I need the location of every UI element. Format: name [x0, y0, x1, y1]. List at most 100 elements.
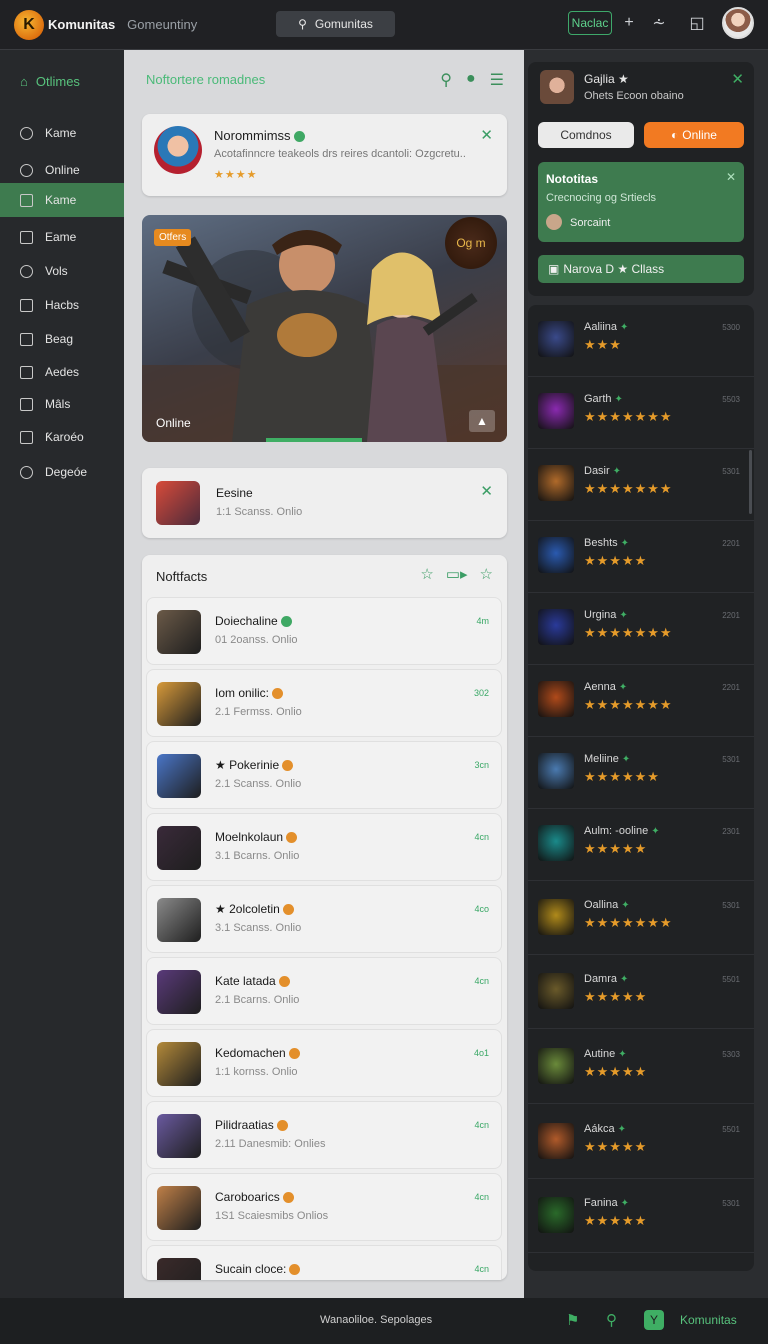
sidebar-item[interactable]: Eame — [0, 220, 124, 254]
sidebar-item[interactable]: Aedes — [0, 355, 124, 389]
chat-icon[interactable]: ● — [466, 70, 476, 90]
close-icon[interactable]: ✕ — [726, 170, 736, 184]
friend-list-item[interactable]: Meliine ✦ ★★★★★★ 5301 — [528, 737, 754, 809]
list-item[interactable]: Moelnkolaun 3.1 Bcarns. Onlio 4cn — [146, 813, 502, 881]
footer-text: Wanaoliloe. Sepolages — [320, 1314, 433, 1326]
sidebar-header-label: Otlimes — [35, 74, 80, 89]
list-item[interactable]: Kate latada 2.1 Bcarns. Onlio 4cn — [146, 957, 502, 1025]
pin-icon[interactable]: ⩪ — [648, 12, 670, 34]
list-item-title: Kedomachen — [215, 1046, 286, 1060]
folder-icon[interactable]: ▭▸ — [446, 565, 468, 583]
friend-list-item[interactable]: Urgina ✦ ★★★★★★★ 2201 — [528, 593, 754, 665]
sidebar-item[interactable]: Kame — [0, 183, 124, 217]
friend-list-stars: ★★★★★ — [584, 1139, 648, 1154]
friend-list-name: Damra — [584, 973, 618, 985]
status-icon — [272, 688, 284, 700]
list-item[interactable]: Iom onilic: 2.1 Fermss. Onlio 302 — [146, 669, 502, 737]
highlight-card[interactable]: Eesine 1:1 Scanss. Onlio ✕ — [142, 468, 507, 538]
list-item-thumbnail — [157, 970, 201, 1014]
list-item-count: 4cn — [474, 1264, 489, 1274]
list-item-thumbnail — [157, 610, 201, 654]
online-button-label: Online — [682, 128, 717, 142]
list-item-subtitle: 3.1 Bcarns. Onlio — [215, 850, 300, 862]
list-item-count: 4o1 — [473, 1048, 489, 1058]
friend-list-item[interactable]: Aulm: -ooline ✦ ★★★★★ 2301 — [528, 809, 754, 881]
list-item-title: Sucain cloce: — [215, 1262, 287, 1276]
star-icon[interactable]: ☆ — [480, 565, 493, 583]
sidebar-item[interactable]: Vols — [0, 254, 124, 288]
sidebar-item[interactable]: Online — [0, 153, 124, 187]
app-subtitle: Gomeuntiny — [127, 17, 198, 32]
profile-card[interactable]: Norommimss Acotafinncre teakeols drs rei… — [142, 114, 507, 196]
list-item[interactable]: Sucain cloce: 4cn — [146, 1245, 502, 1280]
friend-list-count: 5301 — [722, 1199, 740, 1208]
list-item[interactable]: ★ Pokerinie 2.1 Scanss. Onlio 3cn — [146, 741, 502, 809]
list-item[interactable]: Kedomachen 1:1 kornss. Onlio 4o1 — [146, 1029, 502, 1097]
friend-avatar[interactable] — [540, 70, 574, 104]
search-icon[interactable]: ⚲ — [440, 70, 452, 90]
friend-list-stars: ★★★★★★★ — [584, 409, 673, 424]
search-button[interactable]: ⚲ Gomunitas — [276, 11, 395, 37]
friend-list-item[interactable]: Garth ✦ ★★★★★★★ 5503 — [528, 377, 754, 449]
close-icon[interactable]: ✕ — [480, 482, 493, 500]
list-item-count: 4cn — [474, 1120, 489, 1130]
list-item-thumbnail — [157, 754, 201, 798]
friend-list-item[interactable]: Aaliina ✦ ★★★ 5300 — [528, 305, 754, 377]
friend-list-item[interactable]: Oallina ✦ ★★★★★★★ 5301 — [528, 883, 754, 955]
sidebar-item[interactable]: Ƙaroéo — [0, 420, 124, 454]
list-item-subtitle: 2.1 Fermss. Onlio — [215, 706, 302, 718]
friend-list-item[interactable]: Fanina ✦ ★★★★★ 5301 — [528, 1181, 754, 1253]
friends-button[interactable]: Comdnos — [538, 122, 634, 148]
flag-icon[interactable]: ⚑ — [566, 1311, 579, 1329]
hero-banner[interactable]: Otfers Og m Online ▲ — [142, 215, 507, 442]
square-icon — [20, 230, 33, 244]
friend-list-thumbnail — [538, 1197, 574, 1233]
list-item-title: Pilidraatias — [215, 1118, 274, 1132]
friend-list-thumbnail — [538, 537, 574, 573]
profile-stars: ★★★★ — [214, 169, 258, 181]
friend-list-item[interactable]: Aákca ✦ ★★★★★ 5501 — [528, 1107, 754, 1179]
menu-icon[interactable]: ☰ — [490, 70, 504, 90]
status-icon — [276, 1120, 288, 1132]
friend-list-item[interactable]: Autine ✦ ★★★★★ 5303 — [528, 1032, 754, 1104]
shield-icon[interactable]: Y — [644, 1310, 664, 1330]
sidebar-item-label: Kame — [45, 126, 77, 140]
class-bar[interactable]: ▣ Narova D ★ Cllass — [538, 255, 744, 283]
close-icon[interactable]: ✕ — [731, 70, 744, 88]
friend-list-item[interactable]: Beshts ✦ ★★★★★ 2201 — [528, 521, 754, 593]
add-icon[interactable]: + — [618, 12, 640, 34]
notification-card[interactable]: Nototitas Crecnocing og Srtiecls Sorcain… — [538, 162, 744, 242]
friend-list-item[interactable]: Dasir ✦ ★★★★★★★ 5301 — [528, 449, 754, 521]
list-item[interactable]: Pilidraatias 2.11 Danesmib: Onlies 4cn — [146, 1101, 502, 1169]
online-button[interactable]: ◐ Online — [644, 122, 744, 148]
friend-list-stars: ★★★★★★★ — [584, 915, 673, 930]
circle-icon — [20, 163, 33, 177]
list-item-count: 4cn — [474, 1192, 489, 1202]
sidebar-item[interactable]: Hacbs — [0, 288, 124, 322]
settings-icon[interactable]: ◱ — [686, 12, 708, 34]
nac-button[interactable]: Naclac — [568, 11, 612, 35]
status-icon — [278, 976, 290, 988]
sidebar-item[interactable]: Kame — [0, 116, 124, 150]
location-icon[interactable]: ⚲ — [606, 1311, 617, 1329]
friend-list-item[interactable]: Aenna ✦ ★★★★★★★ 2201 — [528, 665, 754, 737]
list-item-count: 4cn — [474, 976, 489, 986]
close-icon[interactable]: ✕ — [480, 126, 493, 144]
list-item[interactable]: Caroboarics 1S1 Scaiesmibs Onlios 4cn — [146, 1173, 502, 1241]
list-item[interactable]: ★ 2olcoletin 3.1 Scanss. Onlio 4co — [146, 885, 502, 953]
scrollbar[interactable] — [749, 450, 752, 514]
friend-list-count: 2201 — [722, 539, 740, 548]
sidebar-item[interactable]: Beag — [0, 322, 124, 356]
badge-icon: ✦ — [620, 538, 630, 549]
right-panel-list: Aaliina ✦ ★★★ 5300 Garth ✦ ★★★★★★★ 5503 Dasir ✦ ★★… — [528, 305, 754, 1271]
sidebar-header[interactable]: ⌂ Otlimes — [20, 74, 80, 89]
user-avatar[interactable] — [722, 7, 754, 39]
friend-list-item[interactable]: Damra ✦ ★★★★★ 5501 — [528, 957, 754, 1029]
upload-icon[interactable]: ▲ — [469, 410, 495, 432]
sidebar-item-label: Hacbs — [45, 298, 80, 312]
logo-icon[interactable]: K — [14, 9, 44, 40]
star-icon[interactable]: ☆ — [420, 565, 433, 583]
sidebar-item[interactable]: Degeóe — [0, 455, 124, 489]
sidebar-item[interactable]: Mâls — [0, 387, 124, 421]
list-item[interactable]: Doiechaline 01 2oanss. Onlio 4m — [146, 597, 502, 665]
